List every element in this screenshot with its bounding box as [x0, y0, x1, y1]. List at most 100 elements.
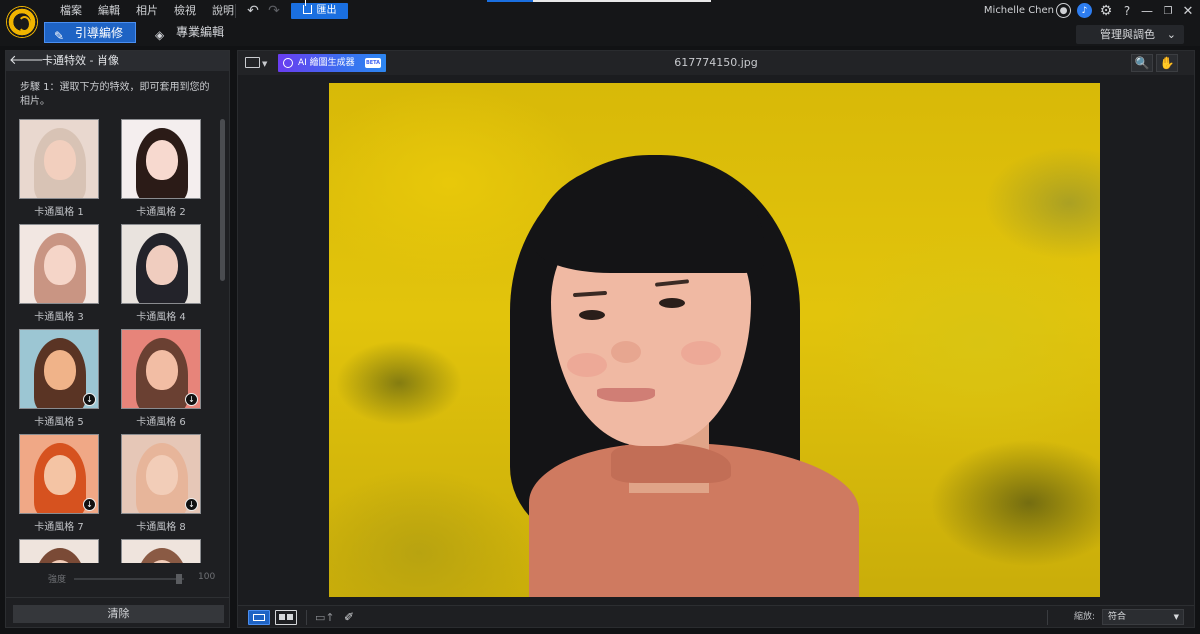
strength-value: 100 — [198, 572, 216, 582]
step-instruction: 步驟 1：選取下方的特效，即可套用到您的相片。 — [20, 82, 210, 107]
workspace-toolbar: ▼ AI 繪圖生成器 BETA 617774150.jpg 🔍 ✋ — [238, 51, 1194, 75]
chevron-down-icon: ⌄ — [1166, 28, 1176, 41]
download-icon[interactable]: ↓ — [83, 498, 96, 511]
title-bar: 檔案 編輯 相片 檢視 說明 ↶ ↷ 匯出 Michelle Chen ● ♪ … — [0, 0, 1200, 22]
download-icon[interactable]: ↓ — [185, 393, 198, 406]
photo-mouth — [597, 388, 655, 402]
export-label: 匯出 — [316, 5, 337, 16]
gear-icon[interactable]: ⚙ — [1098, 3, 1114, 19]
export-button[interactable]: 匯出 — [291, 0, 348, 19]
caret-down-icon: ▼ — [262, 60, 268, 68]
progress-indicator — [487, 0, 533, 2]
effect-thumbnail-label: 卡通風格 5 — [34, 417, 84, 428]
minimize-icon[interactable]: — — [1139, 3, 1155, 19]
menu-bar: 檔案 編輯 相片 檢視 說明 — [52, 0, 242, 22]
effect-thumbnail-label: 卡通風格 4 — [136, 312, 186, 323]
help-icon[interactable]: ? — [1119, 3, 1135, 19]
zoom-tool-icon[interactable]: 🔍 — [1131, 54, 1153, 72]
zoom-value: 符合 — [1108, 612, 1127, 622]
mode-bar: ✎ 引導編修 ◈ 專業編輯 — [0, 22, 1200, 46]
undo-icon[interactable]: ↶ — [245, 3, 261, 19]
effect-thumbnail-label: 卡通風格 7 — [34, 522, 84, 533]
tab-guided-label: 引導編修 — [75, 26, 124, 40]
user-icon[interactable]: ● — [1056, 3, 1071, 18]
redo-icon[interactable]: ↷ — [266, 3, 282, 19]
panel-divider — [6, 597, 229, 598]
ai-icon — [283, 58, 293, 68]
bottom-divider — [1047, 610, 1048, 625]
single-view-button[interactable] — [248, 610, 270, 625]
zoom-select[interactable]: 符合 ▼ — [1102, 609, 1184, 625]
menu-view[interactable]: 檢視 — [166, 0, 204, 22]
menu-photo[interactable]: 相片 — [128, 0, 166, 22]
manage-adjust-dropdown[interactable]: 管理與調色 ⌄ — [1076, 25, 1184, 44]
menu-edit[interactable]: 編輯 — [90, 0, 128, 22]
menu-file[interactable]: 檔案 — [52, 0, 90, 22]
tab-pro-edit[interactable]: ◈ 專業編輯 — [146, 22, 236, 43]
photo-canvas[interactable] — [329, 83, 1100, 597]
notification-icon[interactable]: ♪ — [1077, 3, 1092, 18]
compare-view-button[interactable] — [275, 610, 297, 625]
effect-thumbnail[interactable]: ↓ — [121, 434, 201, 514]
effect-thumbnail[interactable] — [121, 119, 201, 199]
close-icon[interactable]: ✕ — [1180, 3, 1196, 19]
app-logo — [6, 6, 38, 38]
layers-icon: ◈ — [155, 28, 165, 42]
download-icon[interactable]: ↓ — [83, 393, 96, 406]
restore-icon[interactable]: ❐ — [1160, 3, 1176, 19]
photo-eye — [579, 310, 605, 320]
effect-thumbnail-label: 卡通風格 6 — [136, 417, 186, 428]
thumbnail-face — [146, 140, 178, 180]
panel-header: 🡐 卡通特效 - 肖像 — [6, 51, 229, 71]
thumbnail-face — [44, 140, 76, 180]
thumbnail-face — [44, 350, 76, 390]
tab-guided-edit[interactable]: ✎ 引導編修 — [44, 22, 136, 43]
menu-help[interactable]: 說明 — [204, 0, 242, 22]
strength-slider-row: 強度 100 — [6, 569, 229, 587]
toolbar-divider — [235, 4, 236, 18]
thumbnail-face — [44, 455, 76, 495]
effect-thumbnail[interactable] — [121, 539, 201, 563]
effect-thumbnail[interactable]: ↓ — [19, 434, 99, 514]
strength-slider-handle[interactable] — [176, 574, 182, 584]
effect-thumbnail[interactable] — [19, 539, 99, 563]
panel-title: 卡通特效 - 肖像 — [42, 54, 119, 67]
strength-slider[interactable] — [74, 578, 184, 580]
effect-thumbnail-label: 卡通風格 1 — [34, 207, 84, 218]
caret-down-icon: ▼ — [1173, 613, 1179, 621]
effect-thumbnail[interactable] — [121, 224, 201, 304]
ai-generator-label: AI 繪圖生成器 — [298, 58, 355, 68]
effect-thumbnail-label: 卡通風格 3 — [34, 312, 84, 323]
effect-thumbnail-grid: 卡通風格 1 卡通風格 2 卡通風格 3 卡通風格 4 ↓ 卡通風格 5 ↓ 卡通風格 6 ↓ 卡… — [6, 117, 229, 563]
effect-thumbnail[interactable] — [19, 119, 99, 199]
effect-thumbnail-label: 卡通風格 8 — [136, 522, 186, 533]
back-arrow-icon[interactable]: 🡐 — [9, 53, 44, 69]
download-icon[interactable]: ↓ — [185, 498, 198, 511]
main-workspace: ▼ AI 繪圖生成器 BETA 617774150.jpg 🔍 ✋ ▭↑ ✐ 縮放… — [237, 50, 1195, 628]
export-frame-icon[interactable]: ▭↑ — [315, 610, 335, 625]
effect-thumbnail[interactable] — [19, 224, 99, 304]
photo-nose — [611, 341, 641, 363]
thumbnail-face — [44, 245, 76, 285]
manage-label: 管理與調色 — [1100, 28, 1155, 41]
user-name[interactable]: Michelle Chen — [984, 0, 1054, 22]
thumbnail-face — [146, 455, 178, 495]
thumbnail-face — [146, 350, 178, 390]
ai-generator-button[interactable]: AI 繪圖生成器 BETA — [278, 54, 386, 72]
workspace-bottom-bar: ▭↑ ✐ 縮放: 符合 ▼ — [238, 605, 1194, 627]
hand-tool-icon[interactable]: ✋ — [1156, 54, 1178, 72]
folder-icon — [245, 57, 260, 68]
bottom-divider — [306, 610, 307, 625]
strength-label: 強度 — [48, 575, 67, 585]
magic-wand-icon: ✎ — [54, 29, 65, 43]
eraser-brush-icon[interactable]: ✐ — [344, 610, 362, 625]
folder-dropdown[interactable]: ▼ — [245, 55, 271, 71]
upload-icon — [302, 0, 312, 14]
photo-cheek — [567, 353, 607, 377]
effect-thumbnail[interactable]: ↓ — [121, 329, 201, 409]
panel-scrollbar[interactable] — [220, 119, 225, 281]
clear-button[interactable]: 清除 — [13, 605, 224, 623]
thumbnail-face — [146, 245, 178, 285]
effects-panel: 🡐 卡通特效 - 肖像 步驟 1：選取下方的特效，即可套用到您的相片。 卡通風格… — [5, 50, 230, 628]
effect-thumbnail[interactable]: ↓ — [19, 329, 99, 409]
